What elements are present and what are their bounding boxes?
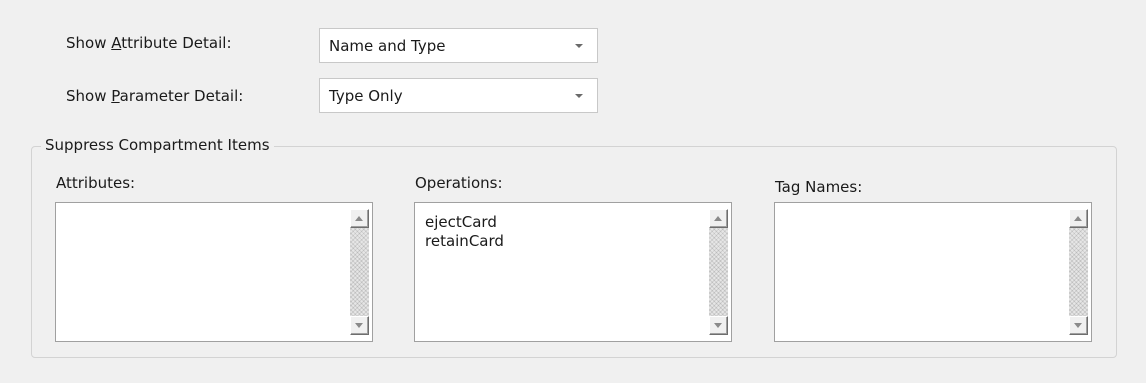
operations-list: ejectCard retainCard	[425, 213, 504, 251]
parameter-detail-label: Show Parameter Detail:	[66, 87, 244, 105]
tag-names-listbox[interactable]	[774, 202, 1092, 342]
scroll-down-icon	[714, 323, 722, 328]
scroll-up-icon	[355, 216, 363, 221]
scroll-down-button[interactable]	[1069, 316, 1088, 335]
attributes-listbox[interactable]	[55, 202, 373, 342]
chevron-down-icon	[575, 44, 583, 48]
parameter-detail-dropdown[interactable]: Type Only	[319, 78, 598, 113]
parameter-detail-value: Type Only	[329, 87, 403, 105]
scroll-up-icon	[714, 216, 722, 221]
scroll-down-icon	[1074, 323, 1082, 328]
operations-listbox[interactable]: ejectCard retainCard	[414, 202, 732, 342]
tag-names-scrollbar[interactable]	[1069, 209, 1088, 335]
attributes-scrollbar[interactable]	[350, 209, 369, 335]
attributes-label: Attributes:	[56, 174, 136, 192]
chevron-down-icon	[575, 94, 583, 98]
scroll-down-button[interactable]	[709, 316, 728, 335]
scroll-up-button[interactable]	[1069, 209, 1088, 228]
suppress-compartment-title: Suppress Compartment Items	[41, 136, 274, 154]
list-item[interactable]: retainCard	[425, 232, 504, 251]
attribute-detail-value: Name and Type	[329, 37, 446, 55]
scroll-down-button[interactable]	[350, 316, 369, 335]
scroll-up-button[interactable]	[350, 209, 369, 228]
operations-label: Operations:	[415, 174, 503, 192]
tag-names-label: Tag Names:	[775, 178, 863, 196]
operations-scrollbar[interactable]	[709, 209, 728, 335]
attribute-detail-label: Show Attribute Detail:	[66, 34, 232, 52]
scroll-up-icon	[1074, 216, 1082, 221]
attribute-detail-dropdown[interactable]: Name and Type	[319, 28, 598, 63]
scroll-down-icon	[355, 323, 363, 328]
list-item[interactable]: ejectCard	[425, 213, 504, 232]
scroll-up-button[interactable]	[709, 209, 728, 228]
